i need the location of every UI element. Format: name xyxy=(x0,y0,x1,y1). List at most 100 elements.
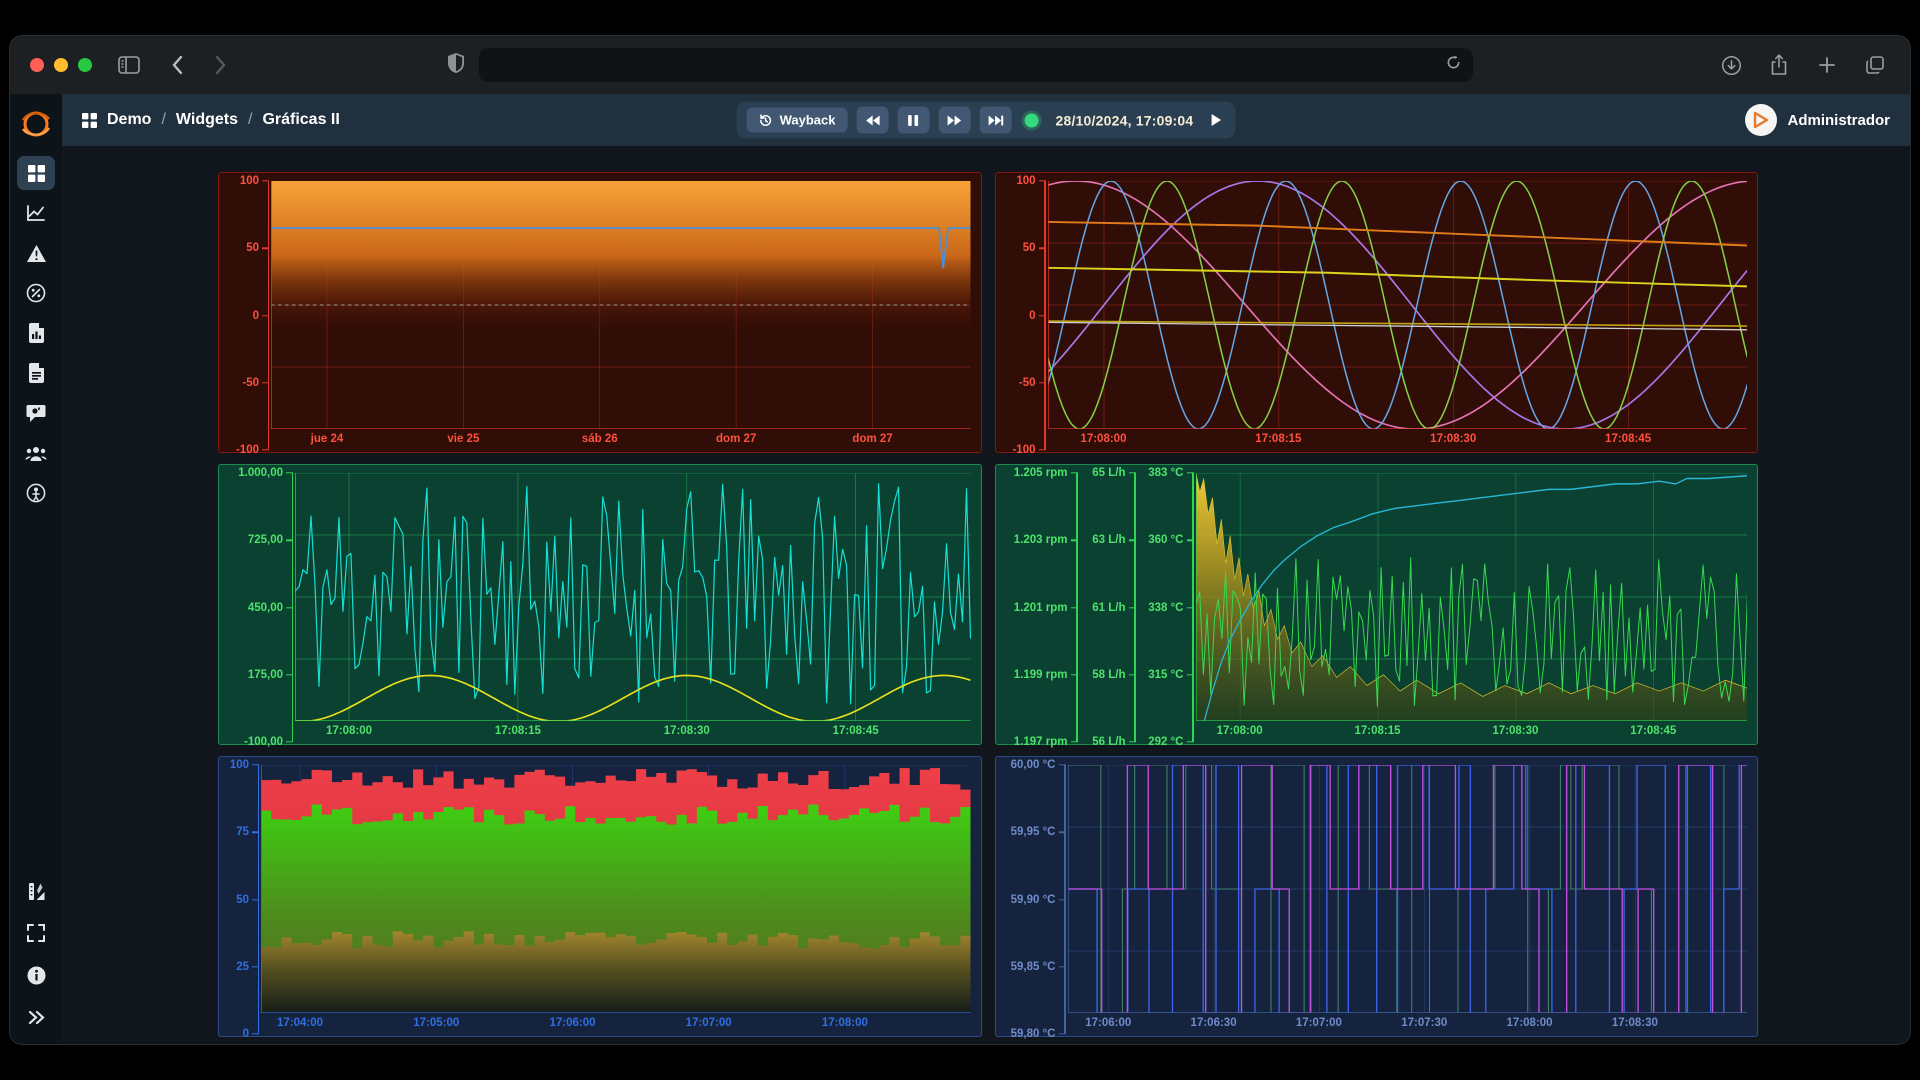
minimize-window-button[interactable] xyxy=(54,58,68,72)
chart-canvas[interactable] xyxy=(1048,181,1748,429)
x-tick-label: 17:08:00 xyxy=(1080,433,1126,445)
sidebar-item-trends[interactable] xyxy=(17,196,55,230)
play-icon[interactable] xyxy=(1206,114,1225,127)
sidebar-toggle-icon[interactable] xyxy=(114,50,144,80)
y-tick-label: 25 xyxy=(236,961,249,973)
x-tick-label: 17:04:00 xyxy=(277,1017,323,1029)
y-tick-label: 61 L/h xyxy=(1092,602,1125,614)
breadcrumb-item[interactable]: Gráficas II xyxy=(262,111,339,129)
y-tick-label: 0 xyxy=(1029,310,1035,322)
chart-panel-pasos-temperatura[interactable]: 60,00 °C59,95 °C59,90 °C59,85 °C59,80 °C… xyxy=(995,756,1759,1037)
breadcrumb-separator: / xyxy=(248,111,252,129)
sidebar-item-users[interactable] xyxy=(17,436,55,470)
sidebar-item-alerts[interactable] xyxy=(17,236,55,270)
x-tick-label: jue 24 xyxy=(311,433,344,445)
sidebar-item-documents[interactable] xyxy=(17,356,55,390)
sidebar-item-access[interactable] xyxy=(17,476,55,510)
y-axis: 65 L/h63 L/h61 L/h58 L/h56 L/h xyxy=(1080,473,1138,742)
browser-chrome xyxy=(10,36,1910,94)
download-icon[interactable] xyxy=(1716,50,1746,80)
y-tick-label: 1.199 rpm xyxy=(1014,669,1068,681)
chart-panel-area-naranja[interactable]: 100500-50-100jue 24vie 25sáb 26dom 27dom… xyxy=(218,172,982,453)
grid-icon[interactable] xyxy=(82,113,97,128)
sidebar-item-info[interactable] xyxy=(17,958,55,992)
skip-end-icon[interactable] xyxy=(980,107,1012,134)
y-axis: 1.000,00725,00450,00175,00-100,00 xyxy=(225,473,295,742)
y-tick-label: -100 xyxy=(236,444,259,456)
y-tick-label: 1.203 rpm xyxy=(1014,534,1068,546)
y-tick-label: 1.201 rpm xyxy=(1014,602,1068,614)
screen: Demo / Widgets / Gráficas II Wayback xyxy=(0,0,1920,1080)
chart-panel-multi-eje[interactable]: 1.205 rpm1.203 rpm1.201 rpm1.199 rpm1.19… xyxy=(995,464,1759,745)
y-tick-label: 65 L/h xyxy=(1092,467,1125,479)
forward-icon[interactable] xyxy=(206,50,236,80)
sidebar-item-dashboard[interactable] xyxy=(17,156,55,190)
chart-panel-senoides[interactable]: 100500-50-10017:08:0017:08:1517:08:3017:… xyxy=(995,172,1759,453)
x-tick-label: 17:07:30 xyxy=(1401,1017,1447,1029)
zoom-window-button[interactable] xyxy=(78,58,92,72)
chart-canvas[interactable] xyxy=(295,473,971,721)
y-tick-label: 63 L/h xyxy=(1092,534,1125,546)
sidebar-item-design[interactable] xyxy=(17,874,55,908)
sidebar-item-fullscreen[interactable] xyxy=(17,916,55,950)
new-tab-icon[interactable] xyxy=(1812,50,1842,80)
x-tick-label: 17:08:30 xyxy=(1492,725,1538,737)
fast-forward-icon[interactable] xyxy=(939,107,971,134)
chart-canvas[interactable] xyxy=(1068,765,1748,1013)
sidebar-item-expand[interactable] xyxy=(17,1000,55,1034)
y-axis: 60,00 °C59,95 °C59,90 °C59,85 °C59,80 °C xyxy=(1002,765,1068,1034)
chart-canvas[interactable] xyxy=(1196,473,1748,721)
shield-icon[interactable] xyxy=(447,52,465,79)
dashboard-content: 100500-50-100jue 24vie 25sáb 26dom 27dom… xyxy=(62,146,1910,1044)
avatar xyxy=(1745,104,1777,136)
rewind-icon[interactable] xyxy=(857,107,889,134)
y-tick-label: 100 xyxy=(240,175,259,187)
y-tick-label: -50 xyxy=(1019,377,1036,389)
x-tick-label: 17:05:00 xyxy=(413,1017,459,1029)
sidebar-item-chat[interactable] xyxy=(17,396,55,430)
user-menu[interactable]: Administrador xyxy=(1745,104,1890,136)
playback-toolbar: Wayback 28/10/2024, 17:09:04 xyxy=(737,102,1236,139)
share-icon[interactable] xyxy=(1764,50,1794,80)
x-tick-label: 17:08:30 xyxy=(1430,433,1476,445)
breadcrumb-item[interactable]: Widgets xyxy=(176,111,238,129)
x-tick-label: 17:08:45 xyxy=(833,725,879,737)
y-axis: 383 °C360 °C338 °C315 °C292 °C xyxy=(1138,473,1196,742)
window-controls xyxy=(30,58,92,72)
sidebar-item-reports[interactable] xyxy=(17,316,55,350)
chart-canvas[interactable] xyxy=(271,181,971,429)
chart-panel-areas-apiladas[interactable]: 100755025017:04:0017:05:0017:06:0017:07:… xyxy=(218,756,982,1037)
y-tick-label: 60,00 °C xyxy=(1011,759,1056,771)
x-tick-label: 17:08:00 xyxy=(326,725,372,737)
pause-icon[interactable] xyxy=(898,107,930,134)
x-tick-label: 17:08:45 xyxy=(1605,433,1651,445)
wayback-button[interactable]: Wayback xyxy=(747,108,848,133)
address-bar[interactable] xyxy=(479,48,1473,82)
x-tick-label: 17:07:00 xyxy=(1296,1017,1342,1029)
y-tick-label: 59,95 °C xyxy=(1011,826,1056,838)
chart-panel-ruido-cian[interactable]: 1.000,00725,00450,00175,00-100,00 17:08:0… xyxy=(218,464,982,745)
breadcrumb-item[interactable]: Demo xyxy=(107,111,151,129)
y-axis: 1.205 rpm1.203 rpm1.201 rpm1.199 rpm1.19… xyxy=(1002,473,1080,742)
tabs-icon[interactable] xyxy=(1860,50,1890,80)
charts-grid: 100500-50-100jue 24vie 25sáb 26dom 27dom… xyxy=(218,172,1758,1037)
timestamp: 28/10/2024, 17:09:04 xyxy=(1056,112,1194,128)
y-tick-label: 56 L/h xyxy=(1092,736,1125,748)
y-tick-label: 59,85 °C xyxy=(1011,961,1056,973)
live-status-dot xyxy=(1025,113,1039,127)
sidebar-bottom xyxy=(17,874,55,1034)
chart-canvas[interactable] xyxy=(261,765,971,1013)
breadcrumb-separator: / xyxy=(161,111,165,129)
app-logo[interactable] xyxy=(18,106,54,142)
sidebar-item-percent[interactable] xyxy=(17,276,55,310)
close-window-button[interactable] xyxy=(30,58,44,72)
x-tick-label: 17:06:30 xyxy=(1191,1017,1237,1029)
reload-icon[interactable] xyxy=(1446,55,1461,75)
y-tick-label: 292 °C xyxy=(1148,736,1183,748)
y-axis: 100500-50-100 xyxy=(225,181,271,450)
back-icon[interactable] xyxy=(162,50,192,80)
x-tick-label: 17:08:15 xyxy=(1354,725,1400,737)
x-tick-label: 17:06:00 xyxy=(549,1017,595,1029)
x-tick-label: dom 27 xyxy=(852,433,892,445)
y-tick-label: 0 xyxy=(253,310,259,322)
